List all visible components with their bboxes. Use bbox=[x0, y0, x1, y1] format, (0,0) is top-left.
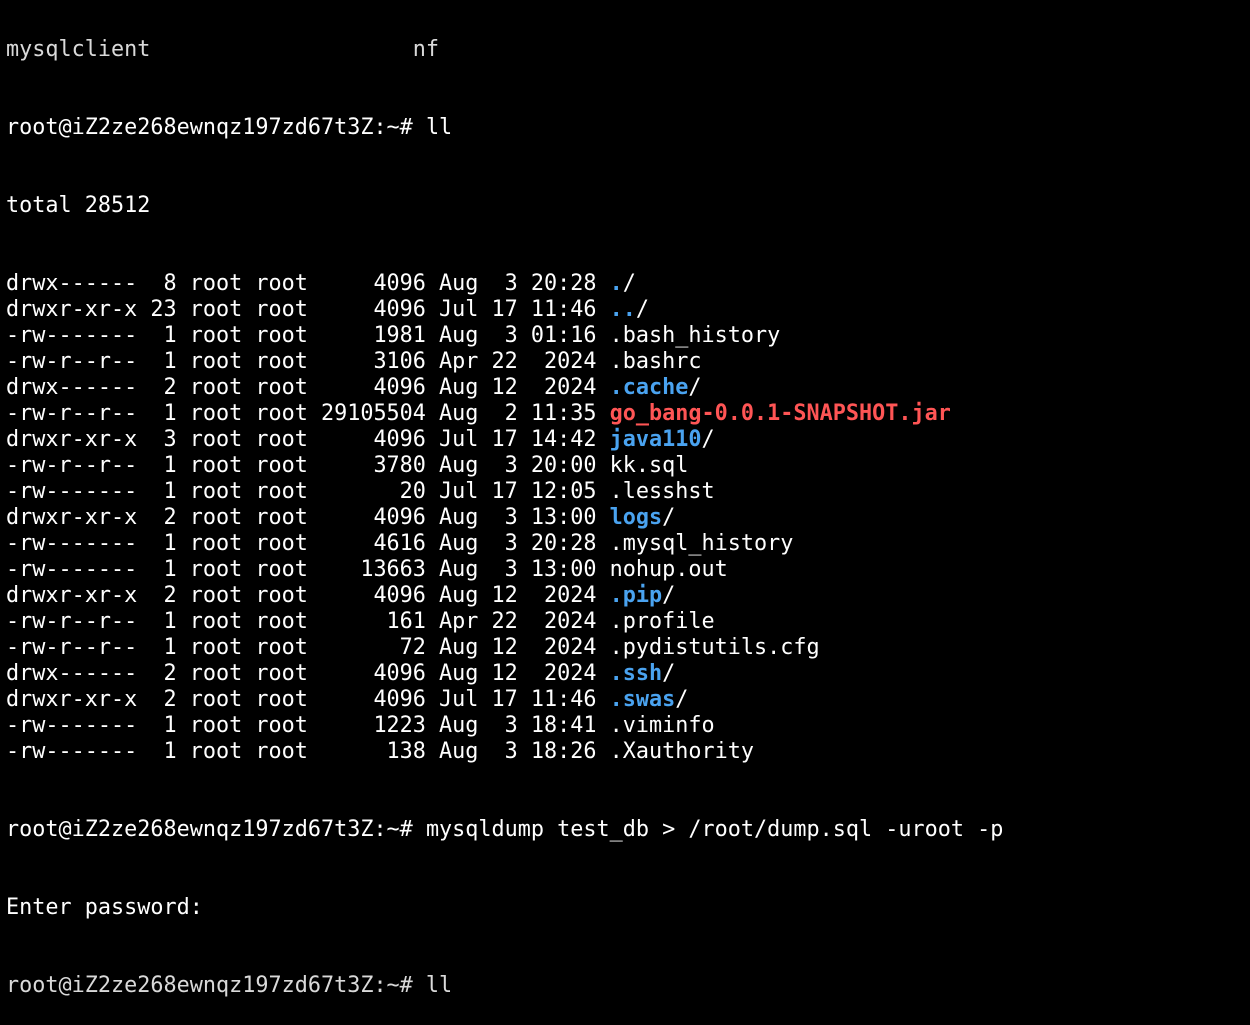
file-name: .bashrc bbox=[609, 349, 702, 374]
command-text: ll bbox=[425, 115, 453, 140]
command-text: mysqldump test_db > /root/dump.sql -uroo… bbox=[425, 817, 1004, 842]
file-name: .pydistutils.cfg bbox=[609, 635, 820, 660]
directory-name: .ssh bbox=[609, 661, 663, 686]
file-metadata: drwx------ 8 root root 4096 Aug 3 20:28 bbox=[6, 271, 610, 296]
file-name: nohup.out bbox=[609, 557, 728, 582]
listing-row: drwx------ 8 root root 4096 Aug 3 20:28 … bbox=[6, 271, 1003, 297]
file-metadata: -rw------- 1 root root 4616 Aug 3 20:28 bbox=[6, 531, 610, 556]
listing-row: drwxr-xr-x 23 root root 4096 Jul 17 11:4… bbox=[6, 297, 1003, 323]
file-metadata: -rw------- 1 root root 1223 Aug 3 18:41 bbox=[6, 713, 610, 738]
listing-row: drwx------ 2 root root 4096 Aug 12 2024 … bbox=[6, 661, 1003, 687]
directory-name: .cache bbox=[609, 375, 689, 400]
listing-row: drwxr-xr-x 2 root root 4096 Jul 17 11:46… bbox=[6, 687, 1003, 713]
directory-suffix: / bbox=[688, 375, 702, 400]
directory-name: java110 bbox=[609, 427, 702, 452]
command-line-1: root@iZ2ze268ewnqz197zd67t3Z:~# ll bbox=[6, 115, 1003, 141]
scrolled-off-line: mysqlclient nf bbox=[6, 37, 440, 62]
partial-next-line: root@iZ2ze268ewnqz197zd67t3Z:~# ll bbox=[6, 973, 453, 998]
file-metadata: drwxr-xr-x 3 root root 4096 Jul 17 14:42 bbox=[6, 427, 610, 452]
file-metadata: -rw------- 1 root root 13663 Aug 3 13:00 bbox=[6, 557, 610, 582]
directory-suffix: / bbox=[675, 687, 689, 712]
file-metadata: drwxr-xr-x 2 root root 4096 Aug 3 13:00 bbox=[6, 505, 610, 530]
file-name: .lesshst bbox=[609, 479, 715, 504]
directory-suffix: / bbox=[662, 505, 676, 530]
directory-suffix: / bbox=[622, 271, 636, 296]
file-metadata: -rw-r--r-- 1 root root 72 Aug 12 2024 bbox=[6, 635, 610, 660]
directory-name: .pip bbox=[609, 583, 663, 608]
command-line-2: root@iZ2ze268ewnqz197zd67t3Z:~# mysqldum… bbox=[6, 817, 1003, 843]
file-name: kk.sql bbox=[609, 453, 689, 478]
listing-total: total 28512 bbox=[6, 193, 151, 218]
password-prompt: Enter password: bbox=[6, 895, 203, 920]
terminal-output[interactable]: mysqlclient nf root@iZ2ze268ewnqz197zd67… bbox=[6, 0, 1003, 1025]
file-metadata: drwx------ 2 root root 4096 Aug 12 2024 bbox=[6, 661, 610, 686]
directory-name: . bbox=[609, 271, 623, 296]
listing-row: -rw-r--r-- 1 root root 72 Aug 12 2024 .p… bbox=[6, 635, 1003, 661]
shell-prompt: root@iZ2ze268ewnqz197zd67t3Z:~# bbox=[6, 115, 413, 140]
file-metadata: drwx------ 2 root root 4096 Aug 12 2024 bbox=[6, 375, 610, 400]
listing-row: -rw------- 1 root root 1981 Aug 3 01:16 … bbox=[6, 323, 1003, 349]
directory-suffix: / bbox=[701, 427, 715, 452]
listing-row: -rw------- 1 root root 13663 Aug 3 13:00… bbox=[6, 557, 1003, 583]
listing-row: drwxr-xr-x 3 root root 4096 Jul 17 14:42… bbox=[6, 427, 1003, 453]
directory-name: .. bbox=[609, 297, 636, 322]
file-metadata: drwxr-xr-x 2 root root 4096 Jul 17 11:46 bbox=[6, 687, 610, 712]
file-name: .bash_history bbox=[609, 323, 781, 348]
listing-row: drwx------ 2 root root 4096 Aug 12 2024 … bbox=[6, 375, 1003, 401]
directory-name: logs bbox=[609, 505, 663, 530]
file-name: .viminfo bbox=[609, 713, 715, 738]
listing-row: -rw-r--r-- 1 root root 29105504 Aug 2 11… bbox=[6, 401, 1003, 427]
directory-listing: drwx------ 8 root root 4096 Aug 3 20:28 … bbox=[6, 271, 1003, 765]
file-metadata: -rw------- 1 root root 138 Aug 3 18:26 bbox=[6, 739, 610, 764]
file-name: go_bang-0.0.1-SNAPSHOT.jar bbox=[609, 401, 951, 426]
listing-row: drwxr-xr-x 2 root root 4096 Aug 3 13:00 … bbox=[6, 505, 1003, 531]
file-metadata: -rw-r--r-- 1 root root 29105504 Aug 2 11… bbox=[6, 401, 610, 426]
file-metadata: -rw------- 1 root root 20 Jul 17 12:05 bbox=[6, 479, 610, 504]
file-metadata: -rw------- 1 root root 1981 Aug 3 01:16 bbox=[6, 323, 610, 348]
listing-row: drwxr-xr-x 2 root root 4096 Aug 12 2024 … bbox=[6, 583, 1003, 609]
directory-name: .swas bbox=[609, 687, 676, 712]
file-name: .mysql_history bbox=[609, 531, 794, 556]
listing-row: -rw------- 1 root root 4616 Aug 3 20:28 … bbox=[6, 531, 1003, 557]
file-name: .Xauthority bbox=[609, 739, 755, 764]
shell-prompt: root@iZ2ze268ewnqz197zd67t3Z:~# bbox=[6, 817, 413, 842]
listing-row: -rw-r--r-- 1 root root 3780 Aug 3 20:00 … bbox=[6, 453, 1003, 479]
directory-suffix: / bbox=[662, 661, 676, 686]
listing-row: -rw-r--r-- 1 root root 3106 Apr 22 2024 … bbox=[6, 349, 1003, 375]
file-metadata: drwxr-xr-x 2 root root 4096 Aug 12 2024 bbox=[6, 583, 610, 608]
listing-row: -rw------- 1 root root 138 Aug 3 18:26 .… bbox=[6, 739, 1003, 765]
file-metadata: -rw-r--r-- 1 root root 3780 Aug 3 20:00 bbox=[6, 453, 610, 478]
file-metadata: -rw-r--r-- 1 root root 3106 Apr 22 2024 bbox=[6, 349, 610, 374]
directory-suffix: / bbox=[635, 297, 650, 322]
listing-row: -rw------- 1 root root 1223 Aug 3 18:41 … bbox=[6, 713, 1003, 739]
listing-row: -rw------- 1 root root 20 Jul 17 12:05 .… bbox=[6, 479, 1003, 505]
file-metadata: drwxr-xr-x 23 root root 4096 Jul 17 11:4… bbox=[6, 297, 610, 322]
directory-suffix: / bbox=[662, 583, 676, 608]
